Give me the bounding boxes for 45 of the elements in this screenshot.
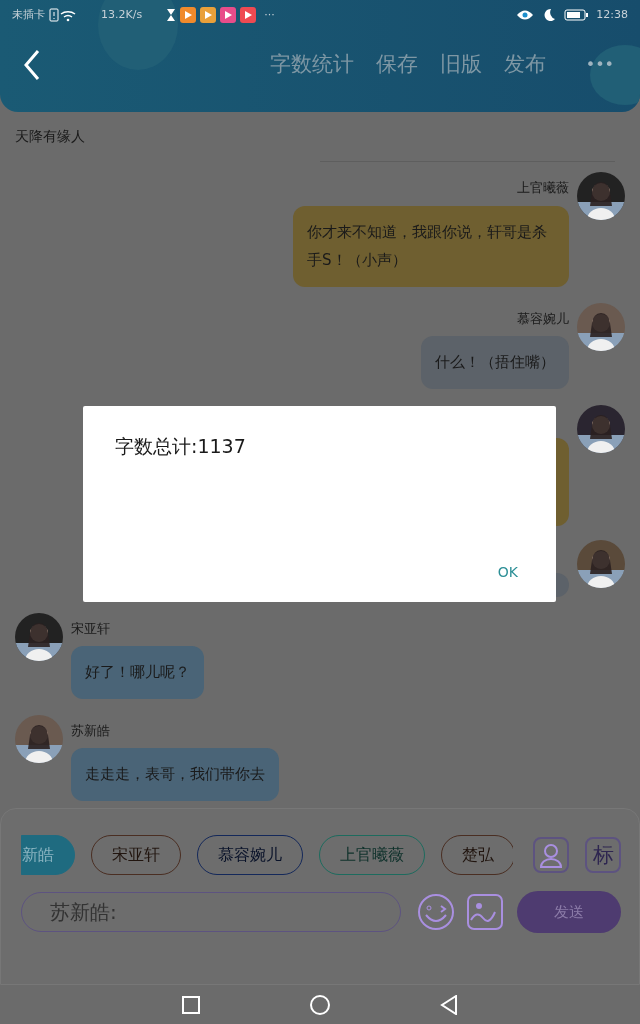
send-button[interactable]: 发送 <box>517 891 621 933</box>
app-icon <box>240 7 257 23</box>
wifi-icon <box>59 8 77 22</box>
sim-card-icon <box>49 8 59 22</box>
toolbar-action-button[interactable]: 字数统计 <box>261 49 362 81</box>
app-icon <box>180 7 197 23</box>
app-icon <box>220 7 237 23</box>
network-speed-text: 13.2K/s <box>101 6 143 23</box>
person-icon <box>539 842 563 868</box>
person-button[interactable] <box>533 837 569 873</box>
decorative-circle <box>590 45 640 105</box>
back-icon[interactable] <box>22 49 42 81</box>
message-input[interactable]: 苏新皓: <box>21 892 401 932</box>
message-bubble: 你才来不知道，我跟你说，轩哥是杀手S！（小声） <box>293 205 569 287</box>
battery-icon <box>564 9 589 21</box>
more-button[interactable]: ••• <box>577 53 622 77</box>
dialog-message: 字数总计:1137 <box>115 434 247 459</box>
back-icon[interactable] <box>440 994 458 1015</box>
role-chip[interactable]: 上官曦薇 <box>319 835 425 875</box>
sender-name: 上官曦薇 <box>517 179 569 197</box>
ok-button[interactable]: OK <box>491 561 524 584</box>
carrier-text: 未插卡 <box>12 6 45 23</box>
sender-name: 慕容婉儿 <box>517 309 569 328</box>
recents-icon[interactable] <box>182 995 200 1014</box>
toolbar-action-button[interactable]: 旧版 <box>431 49 490 81</box>
message-bubble: 走走走，表哥，我们带你去 <box>71 748 279 801</box>
role-chip[interactable]: 慕容婉儿 <box>197 835 303 875</box>
sender-name: 宋亚轩 <box>71 619 110 638</box>
role-chip[interactable]: 新皓 <box>21 835 75 875</box>
eye-icon <box>516 9 535 21</box>
toolbar-action-button[interactable]: 发布 <box>495 49 554 81</box>
clock-text: 12:38 <box>596 6 628 23</box>
app-icon <box>200 7 217 23</box>
tag-button[interactable]: 标 <box>585 837 621 873</box>
more-notifications-text: ··· <box>264 6 275 23</box>
role-chip[interactable]: 楚弘 <box>441 835 513 875</box>
hourglass-icon <box>166 8 177 22</box>
toolbar-action-button[interactable]: 保存 <box>367 49 426 81</box>
message-bubble: 好了！哪儿呢？ <box>71 646 204 699</box>
chat-title: 天降有缘人 <box>15 127 86 146</box>
sender-name: 苏新皓 <box>71 721 110 740</box>
moon-icon <box>542 8 557 22</box>
message-bubble: 什么！（捂住嘴） <box>421 336 569 389</box>
role-chip[interactable]: 宋亚轩 <box>91 835 181 875</box>
home-icon[interactable] <box>310 994 330 1015</box>
